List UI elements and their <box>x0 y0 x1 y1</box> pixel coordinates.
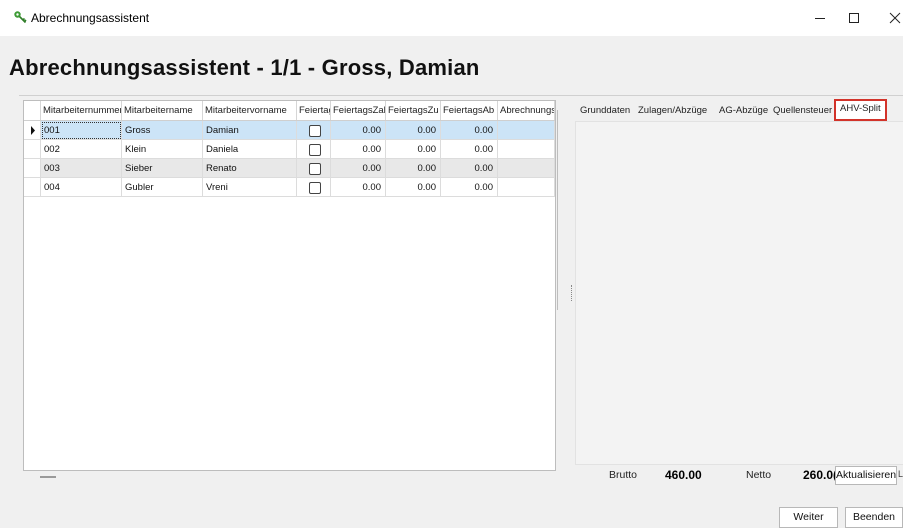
tab-quellensteuer[interactable]: Quellensteuer <box>773 101 832 121</box>
cell-mitarbeitervorname[interactable]: Damian <box>203 121 297 140</box>
cell-feiertag[interactable] <box>297 121 331 140</box>
cell-abrechnungs[interactable] <box>498 178 555 197</box>
column-header[interactable]: FeiertagsZu <box>386 101 441 120</box>
next-button[interactable]: Weiter <box>779 507 838 528</box>
column-header[interactable]: FeiertagsZah <box>331 101 386 120</box>
brutto-label: Brutto <box>609 469 638 481</box>
cell-feiertagszu[interactable]: 0.00 <box>386 159 441 178</box>
tab-grunddaten[interactable]: Grunddaten <box>580 101 630 121</box>
cell-feiertagszah[interactable]: 0.00 <box>331 140 386 159</box>
row-selector[interactable] <box>24 121 41 140</box>
grid-vertical-scrollbar[interactable] <box>557 110 561 310</box>
key-app-icon <box>14 11 27 24</box>
minimize-icon <box>815 18 825 19</box>
employee-grid[interactable]: Mitarbeiternummer Mitarbeitername Mitarb… <box>23 100 556 471</box>
cell-feiertagszu[interactable]: 0.00 <box>386 121 441 140</box>
feiertag-checkbox[interactable] <box>309 182 321 194</box>
cell-abrechnungs[interactable] <box>498 140 555 159</box>
close-icon <box>889 12 901 24</box>
column-header[interactable]: FeiertagsAb <box>441 101 498 120</box>
window-titlebar: Abrechnungsassistent <box>0 0 903 36</box>
column-header[interactable]: Abrechnungs <box>498 101 555 120</box>
column-header[interactable]: Feiertag <box>297 101 331 120</box>
cell-feiertagsab[interactable]: 0.00 <box>441 140 498 159</box>
cell-mitarbeitername[interactable]: Klein <box>122 140 203 159</box>
cell-feiertagszah[interactable]: 0.00 <box>331 178 386 197</box>
table-row[interactable]: 002 Klein Daniela 0.00 0.00 0.00 <box>24 140 555 159</box>
table-row[interactable]: 003 Sieber Renato 0.00 0.00 0.00 <box>24 159 555 178</box>
cell-feiertagszah[interactable]: 0.00 <box>331 121 386 140</box>
cell-mitarbeitervorname[interactable]: Daniela <box>203 140 297 159</box>
tab-ahv-split[interactable]: AHV-Split <box>834 99 887 121</box>
grid-header: Mitarbeiternummer Mitarbeitername Mitarb… <box>24 101 555 121</box>
truncated-label: L <box>898 469 903 479</box>
cell-feiertagszah[interactable]: 0.00 <box>331 159 386 178</box>
window-title: Abrechnungsassistent <box>31 11 150 25</box>
tab-ag-abzuege[interactable]: AG-Abzüge <box>719 101 768 121</box>
row-header-corner <box>24 101 41 120</box>
exit-button[interactable]: Beenden <box>845 507 903 528</box>
cell-feiertag[interactable] <box>297 178 331 197</box>
cell-mitarbeiternummer[interactable]: 002 <box>41 140 122 159</box>
row-selector[interactable] <box>24 178 41 197</box>
cell-feiertagszu[interactable]: 0.00 <box>386 178 441 197</box>
cell-feiertag[interactable] <box>297 159 331 178</box>
row-selector[interactable] <box>24 140 41 159</box>
cell-mitarbeitername[interactable]: Gross <box>122 121 203 140</box>
column-header[interactable]: Mitarbeitervorname <box>203 101 297 120</box>
close-button[interactable] <box>872 0 903 36</box>
cell-feiertagsab[interactable]: 0.00 <box>441 178 498 197</box>
feiertag-checkbox[interactable] <box>309 144 321 156</box>
cell-mitarbeitervorname[interactable]: Renato <box>203 159 297 178</box>
scroll-thumb[interactable] <box>40 476 56 478</box>
column-header[interactable]: Mitarbeiternummer <box>41 101 122 120</box>
cell-abrechnungs[interactable] <box>498 159 555 178</box>
page-title: Abrechnungsassistent - 1/1 - Gross, Dami… <box>9 55 480 80</box>
maximize-icon <box>849 13 859 23</box>
tab-content-panel <box>575 121 903 465</box>
table-row[interactable]: 004 Gubler Vreni 0.00 0.00 0.00 <box>24 178 555 197</box>
detail-tabs: Grunddaten Zulagen/Abzüge AG-Abzüge Quel… <box>577 99 903 121</box>
cell-feiertagsab[interactable]: 0.00 <box>441 159 498 178</box>
cell-mitarbeiternummer[interactable]: 004 <box>41 178 122 197</box>
summary-bar: Brutto 460.00 Netto 260.0( Aktualisieren… <box>575 466 903 486</box>
column-header[interactable]: Mitarbeitername <box>122 101 203 120</box>
cell-feiertagsab[interactable]: 0.00 <box>441 121 498 140</box>
cell-mitarbeitervorname[interactable]: Vreni <box>203 178 297 197</box>
cell-abrechnungs[interactable] <box>498 121 555 140</box>
row-selector[interactable] <box>24 159 41 178</box>
table-row[interactable]: 001 Gross Damian 0.00 0.00 0.00 <box>24 121 555 140</box>
cell-mitarbeitername[interactable]: Gubler <box>122 178 203 197</box>
netto-label: Netto <box>746 469 772 481</box>
brutto-value: 460.00 <box>665 468 702 482</box>
cell-mitarbeiternummer[interactable]: 003 <box>41 159 122 178</box>
cell-feiertagszu[interactable]: 0.00 <box>386 140 441 159</box>
cell-mitarbeiternummer[interactable]: 001 <box>41 121 122 140</box>
cell-mitarbeitername[interactable]: Sieber <box>122 159 203 178</box>
netto-value: 260.0( <box>803 468 838 482</box>
feiertag-checkbox[interactable] <box>309 163 321 175</box>
maximize-button[interactable] <box>831 0 877 36</box>
refresh-button[interactable]: Aktualisieren <box>835 466 897 485</box>
tab-zulagen-abzuege[interactable]: Zulagen/Abzüge <box>638 101 707 121</box>
cell-feiertag[interactable] <box>297 140 331 159</box>
feiertag-checkbox[interactable] <box>309 125 321 137</box>
grid-horizontal-scrollbar[interactable] <box>23 471 554 481</box>
current-row-arrow-icon <box>31 126 35 135</box>
